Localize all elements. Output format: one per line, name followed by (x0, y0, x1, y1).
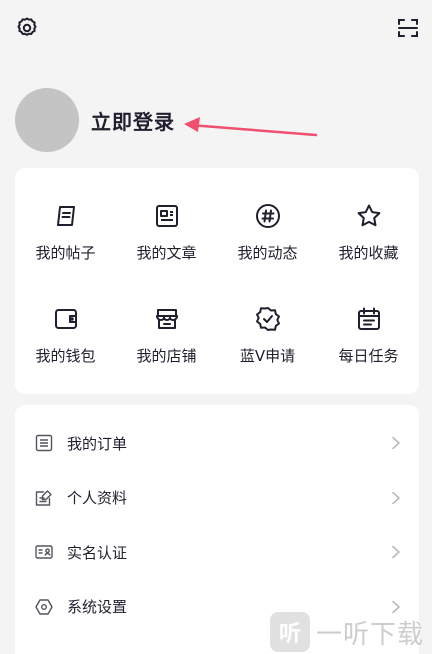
profile-header: 立即登录 (15, 88, 175, 152)
watermark-logo: 听 (270, 612, 310, 652)
grid-item-label: 蓝V申请 (239, 347, 296, 365)
grid-item-label: 我的收藏 (338, 244, 399, 262)
grid-item-blue-v[interactable]: 蓝V申请 (217, 305, 318, 408)
profile-edit-icon (35, 489, 53, 507)
verified-badge-icon (254, 305, 282, 333)
grid-item-store[interactable]: 我的店铺 (116, 305, 217, 408)
scan-icon[interactable] (396, 16, 420, 40)
hexagon-settings-icon (35, 598, 53, 616)
gear-icon[interactable] (15, 16, 39, 40)
post-icon (52, 202, 80, 230)
grid-item-posts[interactable]: 我的帖子 (15, 202, 116, 305)
top-bar (0, 0, 432, 56)
menu-item-label: 个人资料 (67, 489, 128, 508)
menu-item-verification[interactable]: 实名认证 (15, 525, 419, 580)
grid-item-label: 我的钱包 (35, 347, 96, 365)
grid-item-label: 我的帖子 (35, 244, 96, 262)
avatar[interactable] (15, 88, 79, 152)
menu-item-orders[interactable]: 我的订单 (15, 416, 419, 471)
chevron-right-icon (391, 545, 401, 559)
order-icon (35, 434, 53, 452)
calendar-icon (355, 305, 383, 333)
grid-item-articles[interactable]: 我的文章 (116, 202, 217, 305)
login-link[interactable]: 立即登录 (91, 106, 175, 135)
grid-item-moments[interactable]: 我的动态 (217, 202, 318, 305)
menu-item-label: 我的订单 (67, 434, 128, 453)
grid-item-label: 我的文章 (136, 244, 197, 262)
hashtag-icon (254, 202, 282, 230)
star-icon (355, 202, 383, 230)
chevron-right-icon (391, 436, 401, 450)
watermark: 听 一听下载 (270, 610, 432, 654)
grid-item-wallet[interactable]: 我的钱包 (15, 305, 116, 408)
grid-item-label: 我的店铺 (136, 347, 197, 365)
menu-item-profile[interactable]: 个人资料 (15, 471, 419, 526)
grid-item-daily-tasks[interactable]: 每日任务 (318, 305, 419, 408)
grid-item-label: 每日任务 (338, 347, 399, 365)
menu-item-label: 系统设置 (67, 598, 128, 617)
menu-item-label: 实名认证 (67, 543, 128, 562)
quick-access-card: 我的帖子 我的文章 我的动态 我的收藏 我的钱包 我的店铺 蓝V申请 每日任务 (15, 168, 419, 394)
article-icon (153, 202, 181, 230)
watermark-logo-char: 听 (278, 622, 301, 647)
chevron-right-icon (391, 491, 401, 505)
id-card-icon (35, 543, 53, 561)
annotation-arrow (184, 117, 318, 137)
wallet-icon (52, 305, 80, 333)
watermark-text: 一听下载 (316, 619, 425, 650)
grid-item-label: 我的动态 (237, 244, 298, 262)
grid-item-favorites[interactable]: 我的收藏 (318, 202, 419, 305)
store-icon (153, 305, 181, 333)
